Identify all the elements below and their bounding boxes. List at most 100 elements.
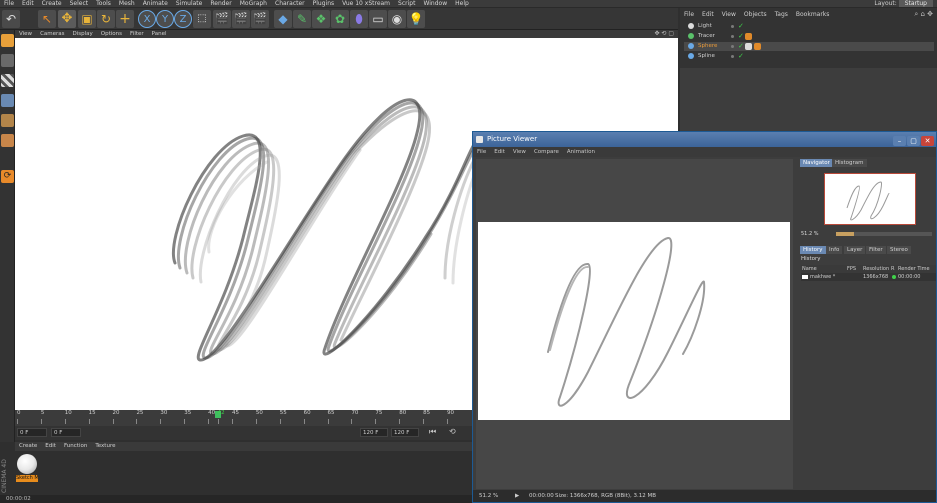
pv-menu-compare[interactable]: Compare [530, 147, 563, 157]
record-icon[interactable]: ⟲ [449, 427, 456, 436]
tab-layer[interactable]: Layer [844, 246, 866, 254]
pv-menu-view[interactable]: View [509, 147, 530, 157]
object-row-sphere[interactable]: Sphere ✓ [684, 42, 934, 51]
max-frame-field[interactable]: 120 F [391, 428, 419, 437]
viewport-menu-view[interactable]: View [15, 30, 36, 38]
menu-vue[interactable]: Vue 10 xStream [338, 0, 394, 8]
obj-menu-file[interactable]: File [680, 8, 698, 21]
viewport-menu-display[interactable]: Display [69, 30, 97, 38]
visibility-dot[interactable] [731, 55, 734, 58]
floor-icon[interactable]: ▭ [369, 10, 387, 28]
end-frame-field[interactable]: 120 F [360, 428, 388, 437]
checker-icon[interactable] [1, 74, 14, 87]
material-menu-texture[interactable]: Texture [91, 442, 119, 451]
search-icon[interactable]: ⌕ ⌂ ✥ [914, 8, 933, 21]
enabled-check-icon[interactable]: ✓ [738, 52, 744, 61]
menu-select[interactable]: Select [66, 0, 93, 8]
tab-histogram[interactable]: Histogram [832, 159, 867, 167]
light-icon[interactable]: 💡 [407, 10, 425, 28]
object-row-light[interactable]: Light ✓ [684, 22, 934, 31]
viewport-menu-filter[interactable]: Filter [126, 30, 148, 38]
deformer-icon[interactable]: ⬮ [350, 10, 368, 28]
tab-info[interactable]: Info [826, 246, 843, 254]
visibility-dot[interactable] [731, 25, 734, 28]
minimize-icon[interactable]: – [893, 136, 906, 146]
start-frame-field[interactable]: 0 F [17, 428, 47, 437]
viewport-menu-options[interactable]: Options [97, 30, 126, 38]
menu-window[interactable]: Window [419, 0, 451, 8]
y-axis-icon[interactable]: Y [156, 10, 174, 28]
texture-mode-icon[interactable] [1, 54, 14, 67]
model-mode-icon[interactable] [1, 34, 14, 47]
enabled-check-icon[interactable]: ✓ [738, 32, 744, 41]
menu-tools[interactable]: Tools [92, 0, 115, 8]
snap-icon[interactable]: ⟳ [1, 170, 14, 183]
tab-navigator[interactable]: Navigator [800, 159, 833, 167]
coord-system-icon[interactable]: ⬚ [193, 10, 211, 28]
visibility-dot[interactable] [731, 45, 734, 48]
render-view-icon[interactable]: 🎬 [213, 10, 231, 28]
move-icon[interactable]: ✥ [58, 10, 76, 28]
array-icon[interactable]: ✿ [331, 10, 349, 28]
tab-history[interactable]: History [800, 246, 826, 254]
render-settings-icon[interactable]: 🎬 [251, 10, 269, 28]
pen-icon[interactable]: ✎ [293, 10, 311, 28]
menu-help[interactable]: Help [451, 0, 473, 8]
subdivision-icon[interactable]: ❖ [312, 10, 330, 28]
object-row-tracer[interactable]: Tracer ✓ [684, 32, 934, 41]
visibility-dot[interactable] [731, 35, 734, 38]
menu-plugins[interactable]: Plugins [309, 0, 339, 8]
texture-tag-icon[interactable] [745, 43, 752, 50]
obj-menu-bookmarks[interactable]: Bookmarks [792, 8, 834, 21]
obj-menu-view[interactable]: View [718, 8, 740, 21]
pv-menu-edit[interactable]: Edit [490, 147, 509, 157]
zoom-slider[interactable] [836, 232, 932, 236]
tab-filter[interactable]: Filter [866, 246, 886, 254]
rotate-icon[interactable]: ↻ [97, 10, 115, 28]
select-arrow-icon[interactable]: ↖ [38, 10, 56, 28]
material-menu-create[interactable]: Create [15, 442, 41, 451]
play-icon[interactable]: ▶ [515, 490, 519, 502]
menu-file[interactable]: File [0, 0, 18, 8]
viewport-nav-icon[interactable]: ✥ ⟲ ▢ [654, 30, 674, 38]
scale-icon[interactable]: ▣ [78, 10, 96, 28]
object-row-spline[interactable]: Spline ✓ [684, 52, 934, 61]
picture-viewer-canvas[interactable] [476, 159, 793, 489]
menu-create[interactable]: Create [38, 0, 66, 8]
material-swatch[interactable]: Sketch M [16, 453, 38, 483]
min-frame-field[interactable]: 0 F [51, 428, 81, 437]
history-row[interactable]: makhwe * 1366x768 00:00:00 [801, 273, 936, 281]
points-mode-icon[interactable] [1, 94, 14, 107]
tab-stereo[interactable]: Stereo [887, 246, 911, 254]
camera-icon[interactable]: ◉ [388, 10, 406, 28]
enabled-check-icon[interactable]: ✓ [738, 22, 744, 31]
menu-script[interactable]: Script [394, 0, 419, 8]
undo-icon[interactable]: ↶ [2, 10, 20, 28]
sketch-tag-icon[interactable] [745, 33, 752, 40]
close-icon[interactable]: ✕ [921, 136, 934, 146]
pv-menu-animation[interactable]: Animation [563, 147, 599, 157]
menu-edit[interactable]: Edit [18, 0, 38, 8]
add-icon[interactable]: + [116, 10, 134, 28]
menu-animate[interactable]: Animate [139, 0, 172, 8]
pv-menu-file[interactable]: File [473, 147, 490, 157]
edges-mode-icon[interactable] [1, 114, 14, 127]
polygons-mode-icon[interactable] [1, 134, 14, 147]
viewport-menu-panel[interactable]: Panel [148, 30, 171, 38]
material-menu-edit[interactable]: Edit [41, 442, 60, 451]
menu-mograph[interactable]: MoGraph [236, 0, 271, 8]
enabled-check-icon[interactable]: ✓ [738, 42, 744, 51]
sketch-style-tag-icon[interactable] [754, 43, 761, 50]
render-picture-viewer-icon[interactable]: 🎬 [232, 10, 250, 28]
menu-simulate[interactable]: Simulate [172, 0, 207, 8]
material-menu-function[interactable]: Function [60, 442, 91, 451]
cube-icon[interactable]: ◆ [274, 10, 292, 28]
menu-mesh[interactable]: Mesh [115, 0, 139, 8]
viewport-menu-cameras[interactable]: Cameras [36, 30, 68, 38]
z-axis-icon[interactable]: Z [174, 10, 192, 28]
go-to-start-icon[interactable]: ⏮ [429, 427, 436, 437]
layout-selector[interactable]: Layout: Startup [874, 0, 933, 8]
maximize-icon[interactable]: ▢ [907, 136, 920, 146]
menu-character[interactable]: Character [271, 0, 309, 8]
x-axis-icon[interactable]: X [138, 10, 156, 28]
